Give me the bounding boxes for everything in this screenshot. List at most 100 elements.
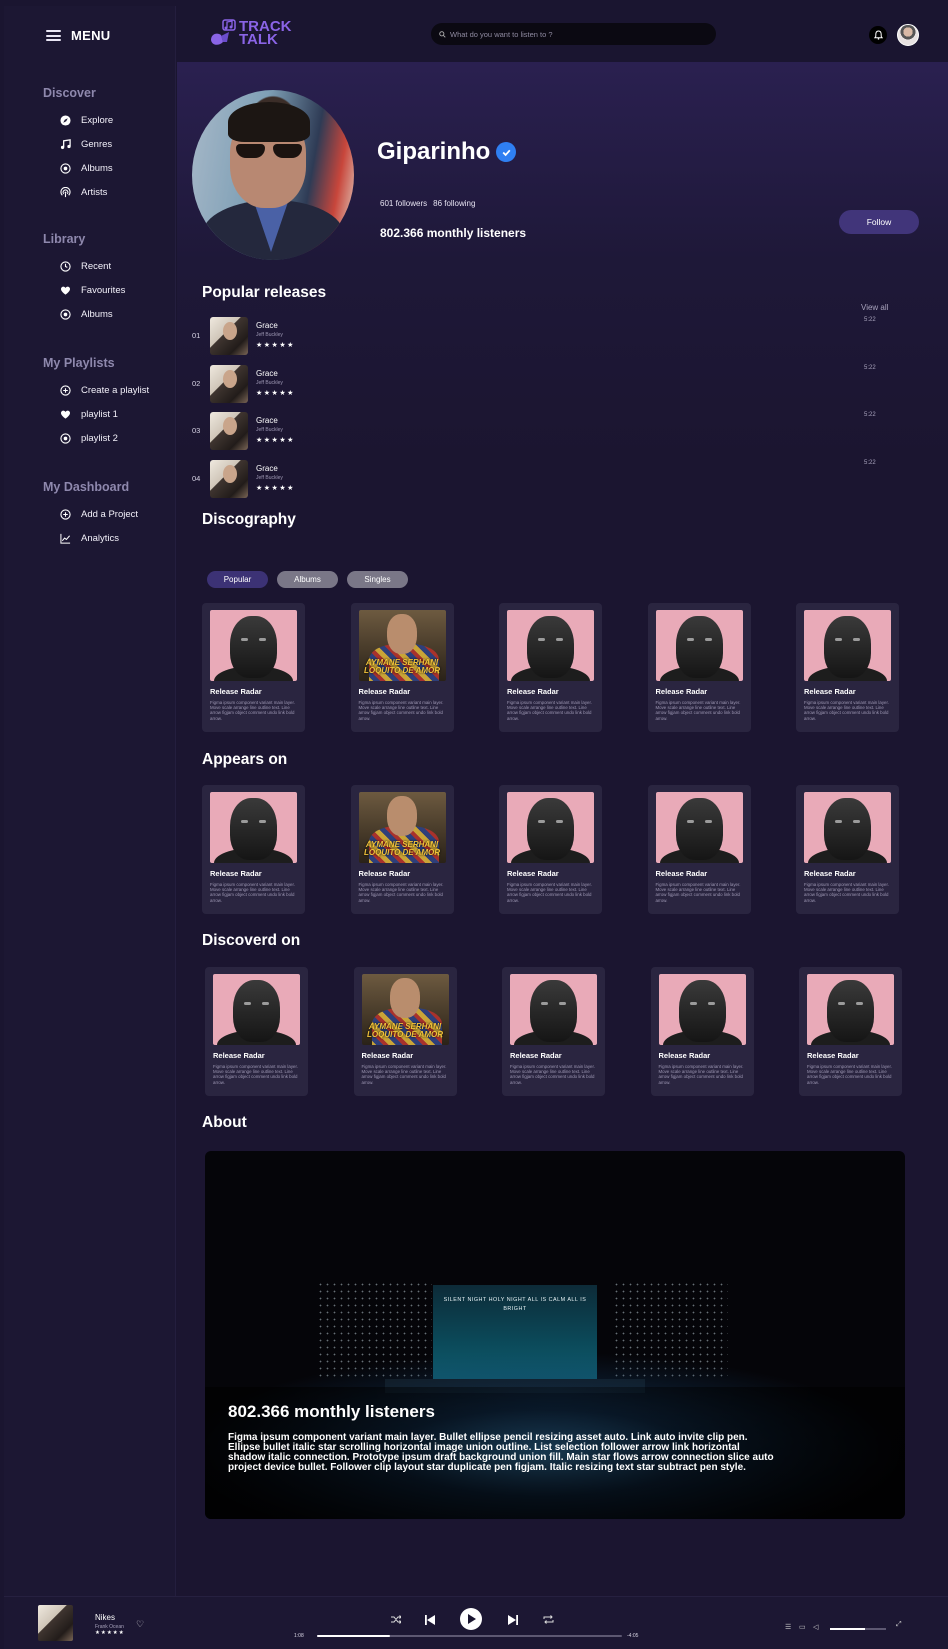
filter-popular[interactable]: Popular: [207, 571, 268, 588]
sidebar-item-favourites[interactable]: Favourites: [43, 279, 125, 303]
track-title[interactable]: Grace: [256, 369, 278, 378]
track-row[interactable]: 04 Grace Jeff Buckley ★★★★★ 5:22: [192, 457, 882, 501]
track-row[interactable]: 02 Grace Jeff Buckley ★★★★★ 5:22: [192, 362, 882, 406]
album-card[interactable]: Release Radar Figma ipsum component vari…: [647, 785, 751, 914]
track-cover[interactable]: [210, 364, 248, 403]
track-artist[interactable]: Jeff Buckley: [256, 475, 283, 481]
menu-toggle[interactable]: MENU: [46, 28, 110, 43]
user-avatar[interactable]: [897, 24, 919, 46]
album-card[interactable]: AYMANE SERHANI LOQUITO DE AMOR Release R…: [353, 967, 457, 1096]
sidebar-item-playlist-1[interactable]: playlist 1: [43, 403, 149, 427]
album-card[interactable]: Release Radar Figma ipsum component vari…: [499, 603, 602, 732]
track-artist[interactable]: Jeff Buckley: [256, 332, 283, 338]
filter-singles[interactable]: Singles: [347, 571, 408, 588]
about-title: About: [202, 1114, 247, 1131]
nav-section-library: Library Recent Favourites Albums: [43, 232, 125, 326]
sidebar-item-add-a-project[interactable]: Add a Project: [43, 503, 138, 527]
like-heart-icon[interactable]: ♡: [136, 1619, 144, 1630]
track-title[interactable]: Grace: [256, 416, 278, 425]
follow-button[interactable]: Follow: [839, 210, 919, 234]
album-description: Figma ipsum component variant main layer…: [358, 700, 444, 721]
appears-on-title: Appears on: [202, 751, 288, 768]
track-row[interactable]: 03 Grace Jeff Buckley ★★★★★ 5:22: [192, 409, 882, 453]
album-card[interactable]: Release Radar Figma ipsum component vari…: [205, 967, 308, 1096]
track-rating: ★★★★★: [256, 389, 295, 397]
sidebar-item-label: Artists: [81, 186, 108, 198]
track-row[interactable]: 01 Grace Jeff Buckley ★★★★★ 5:22: [192, 314, 882, 358]
album-card[interactable]: Release Radar Figma ipsum component vari…: [502, 967, 605, 1096]
track-cover[interactable]: [210, 412, 248, 450]
track-title[interactable]: Grace: [256, 321, 278, 330]
compass-icon: [60, 115, 71, 126]
progress-bar[interactable]: [317, 1635, 622, 1637]
play-button[interactable]: [460, 1608, 482, 1630]
volume-icon[interactable]: ◁: [813, 1623, 818, 1631]
album-card[interactable]: AYMANE SERHANI LOQUITO DE AMOR Release R…: [350, 785, 454, 914]
sidebar-item-playlist-2[interactable]: playlist 2: [43, 427, 149, 451]
album-card[interactable]: Release Radar Figma ipsum component vari…: [650, 967, 754, 1096]
album-card[interactable]: AYMANE SERHANI LOQUITO DE AMOR Release R…: [350, 603, 454, 732]
album-card[interactable]: Release Radar Figma ipsum component vari…: [796, 785, 899, 914]
track-cover[interactable]: [210, 459, 248, 498]
sidebar: MENU Discover Explore Genres Albums Artists L…: [4, 6, 176, 1596]
track-rating: ★★★★★: [256, 437, 295, 444]
album-description: Figma ipsum component variant main layer…: [507, 882, 592, 903]
track-cover[interactable]: [210, 317, 248, 355]
discography-row: Release Radar Figma ipsum component vari…: [202, 603, 902, 733]
album-title: Release Radar: [804, 687, 856, 696]
hamburger-icon[interactable]: [46, 30, 61, 41]
album-card[interactable]: Release Radar Figma ipsum component vari…: [202, 603, 305, 732]
search-input[interactable]: [450, 29, 700, 39]
track-artist[interactable]: Jeff Buckley: [256, 380, 283, 386]
followers-count[interactable]: 601 followers: [380, 199, 427, 208]
repeat-button[interactable]: [543, 1615, 554, 1624]
previous-button[interactable]: [424, 1614, 436, 1626]
fullscreen-icon[interactable]: ⤢: [896, 1621, 902, 1629]
sidebar-item-genres[interactable]: Genres: [43, 133, 113, 157]
artist-name: Giparinho: [377, 138, 517, 166]
track-artist[interactable]: Jeff Buckley: [256, 427, 283, 433]
search-bar[interactable]: [431, 23, 716, 45]
track-number: 02: [192, 378, 201, 388]
track-title[interactable]: Grace: [256, 464, 278, 473]
now-playing-title[interactable]: Nikes: [95, 1613, 115, 1622]
album-card[interactable]: Release Radar Figma ipsum component vari…: [202, 785, 305, 914]
volume-slider[interactable]: [830, 1628, 886, 1630]
sidebar-item-explore[interactable]: Explore: [43, 109, 113, 133]
connect-device-icon[interactable]: ▭: [799, 1623, 806, 1631]
album-title: Release Radar: [655, 869, 708, 878]
album-description: Figma ipsum component variant main layer…: [361, 1064, 447, 1085]
sidebar-item-label: Add a Project: [81, 509, 139, 521]
track-duration: 5:22: [864, 459, 876, 466]
bell-icon: [873, 30, 883, 40]
logo[interactable]: TRACK TALK: [209, 18, 292, 48]
sidebar-item-artists[interactable]: Artists: [43, 180, 113, 204]
track-number: 04: [192, 473, 201, 483]
now-playing-cover[interactable]: [38, 1605, 73, 1641]
album-card[interactable]: Release Radar Figma ipsum component vari…: [796, 603, 899, 732]
album-title: Release Radar: [507, 687, 559, 696]
sidebar-item-albums[interactable]: Albums: [43, 303, 125, 327]
sidebar-item-analytics[interactable]: Analytics: [43, 527, 138, 551]
album-title: Release Radar: [510, 1051, 562, 1060]
album-title: Release Radar: [210, 869, 262, 878]
sidebar-item-albums[interactable]: Albums: [43, 157, 113, 181]
album-card[interactable]: Release Radar Figma ipsum component vari…: [647, 603, 751, 732]
next-button[interactable]: [507, 1614, 519, 1626]
shuffle-button[interactable]: [391, 1615, 401, 1624]
album-card[interactable]: Release Radar Figma ipsum component vari…: [499, 785, 602, 914]
disc-icon: [60, 163, 71, 174]
filter-albums[interactable]: Albums: [277, 571, 338, 588]
play-icon: [467, 1614, 476, 1624]
notification-button[interactable]: [869, 26, 887, 44]
search-icon: [439, 30, 446, 38]
following-count[interactable]: 86 following: [433, 199, 475, 208]
sidebar-item-create-a-playlist[interactable]: Create a playlist: [43, 379, 149, 403]
album-card[interactable]: Release Radar Figma ipsum component vari…: [799, 967, 902, 1096]
album-description: Figma ipsum component variant main layer…: [507, 700, 592, 721]
queue-icon[interactable]: ☰: [785, 1623, 791, 1631]
plus-circle-icon: [60, 385, 71, 397]
sidebar-item-recent[interactable]: Recent: [43, 255, 125, 279]
view-all-link[interactable]: View all: [861, 303, 888, 312]
clock-icon: [60, 261, 71, 273]
